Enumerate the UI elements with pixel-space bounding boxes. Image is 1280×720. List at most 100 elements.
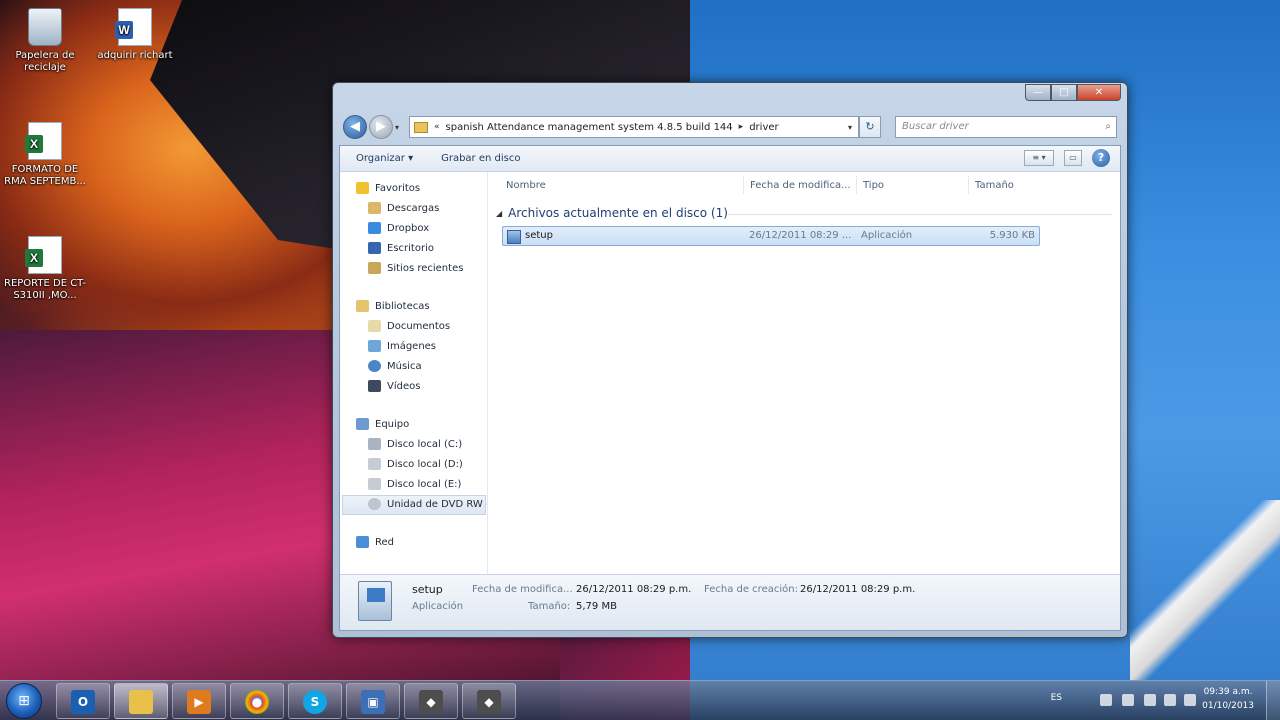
column-header-modified[interactable]: Fecha de modifica...: [750, 180, 851, 191]
navigation-bar: ◀ ▶ ▾ « spanish Attendance management sy…: [339, 113, 1121, 141]
taskbar-outlook-button[interactable]: O: [56, 683, 110, 719]
tray-icon[interactable]: [1100, 694, 1112, 706]
taskbar-media-player-button[interactable]: ▶: [172, 683, 226, 719]
desktop-icon-excel-report[interactable]: X REPORTE DE CT-S310II ,MO...: [0, 236, 90, 302]
column-header-type[interactable]: Tipo: [863, 180, 884, 191]
desktop-icon-word-doc[interactable]: W adquirir richart: [90, 8, 180, 62]
nav-group-favorites[interactable]: Favoritos: [356, 182, 420, 194]
breadcrumb-segment[interactable]: spanish Attendance management system 4.8…: [446, 122, 733, 133]
search-input[interactable]: Buscar driver ⌕: [895, 116, 1117, 138]
flag-icon[interactable]: [1144, 694, 1156, 706]
file-group-header[interactable]: ◢ Archivos actualmente en el disco (1): [496, 206, 728, 220]
help-icon[interactable]: ?: [1092, 149, 1110, 167]
collapse-arrow-icon[interactable]: ◢: [496, 209, 502, 218]
skype-icon: S: [303, 690, 327, 714]
details-pane: setup Aplicación Fecha de modifica... 26…: [340, 574, 1120, 630]
breadcrumb-overflow-icon[interactable]: «: [434, 122, 440, 132]
organize-button[interactable]: Organizar ▾: [356, 153, 413, 164]
file-row[interactable]: setup 26/12/2011 08:29 ... Aplicación 5.…: [502, 226, 1040, 246]
close-button[interactable]: ✕: [1077, 84, 1121, 101]
address-dropdown-icon[interactable]: ▾: [842, 123, 858, 132]
preview-pane-icon[interactable]: ▭: [1064, 150, 1082, 166]
column-header-name[interactable]: Nombre: [506, 180, 546, 191]
nav-item-label: Disco local (C:): [387, 438, 463, 450]
column-separator[interactable]: [743, 176, 744, 194]
nav-item-drive-d[interactable]: Disco local (D:): [368, 458, 463, 470]
column-header-size[interactable]: Tamaño: [975, 180, 1014, 191]
nav-item-videos[interactable]: Vídeos: [368, 380, 420, 392]
nav-item-pictures[interactable]: Imágenes: [368, 340, 436, 352]
nav-item-label: Música: [387, 360, 422, 372]
network-status-icon[interactable]: [1164, 694, 1176, 706]
nav-item-music[interactable]: Música: [368, 360, 422, 372]
taskbar-skype-button[interactable]: S: [288, 683, 342, 719]
taskbar-app-button[interactable]: ◆: [462, 683, 516, 719]
nav-group-label: Equipo: [375, 418, 410, 430]
usb-icon[interactable]: [1122, 694, 1134, 706]
breadcrumb-segment[interactable]: driver: [749, 122, 778, 133]
nav-item-desktop[interactable]: Escritorio: [368, 242, 434, 254]
wallpaper-steel-area: [1130, 500, 1280, 680]
nav-group-network[interactable]: Red: [356, 536, 394, 548]
column-separator[interactable]: [968, 176, 969, 194]
nav-item-dropbox[interactable]: Dropbox: [368, 222, 429, 234]
taskbar-remote-desktop-button[interactable]: ▣: [346, 683, 400, 719]
search-icon[interactable]: ⌕: [1105, 117, 1111, 137]
recent-pages-chevron-icon[interactable]: ▾: [395, 123, 399, 132]
nav-item-label: Dropbox: [387, 222, 430, 234]
volume-icon[interactable]: [1184, 694, 1196, 706]
app-icon: ◆: [419, 690, 443, 714]
burn-to-disc-button[interactable]: Grabar en disco: [441, 153, 520, 164]
nav-item-drive-c[interactable]: Disco local (C:): [368, 438, 462, 450]
clock-date: 01/10/2013: [1202, 701, 1254, 711]
nav-group-computer[interactable]: Equipo: [356, 418, 409, 430]
taskbar-chrome-button[interactable]: ●: [230, 683, 284, 719]
nav-group-libraries[interactable]: Bibliotecas: [356, 300, 430, 312]
libraries-icon: [356, 300, 369, 312]
desktop-icon-recycle-bin[interactable]: Papelera de reciclaje: [0, 8, 90, 74]
refresh-button[interactable]: ↻: [859, 116, 881, 138]
file-name: setup: [525, 230, 553, 241]
clock[interactable]: 09:39 a.m. 01/10/2013: [1202, 685, 1254, 713]
media-player-icon: ▶: [187, 690, 211, 714]
back-button[interactable]: ◀: [343, 115, 367, 139]
show-desktop-button[interactable]: [1266, 681, 1280, 720]
nav-item-documents[interactable]: Documentos: [368, 320, 450, 332]
breadcrumb-separator-icon[interactable]: ▸: [739, 122, 744, 132]
recycle-bin-icon: [28, 8, 62, 46]
change-view-icon[interactable]: ≡ ▾: [1024, 150, 1054, 166]
folder-icon: [129, 690, 153, 714]
word-document-icon: W: [115, 8, 152, 46]
desktop-icon-label: Papelera de reciclaje: [15, 50, 75, 73]
taskbar-app-button[interactable]: ◆: [404, 683, 458, 719]
address-bar[interactable]: « spanish Attendance management system 4…: [409, 116, 859, 138]
start-button[interactable]: ⊞: [6, 683, 42, 719]
explorer-window: — □ ✕ ◀ ▶ ▾ « spanish Attendance managem…: [332, 82, 1128, 638]
file-modified: 26/12/2011 08:29 ...: [749, 230, 852, 241]
desktop-icon: [368, 242, 381, 254]
application-icon: [507, 230, 521, 244]
details-created-value: 26/12/2011 08:29 p.m.: [800, 584, 916, 595]
network-icon: [356, 536, 369, 548]
nav-item-drive-e[interactable]: Disco local (E:): [368, 478, 461, 490]
outlook-icon: O: [71, 690, 95, 714]
nav-item-label: Disco local (E:): [387, 478, 462, 490]
forward-button[interactable]: ▶: [369, 115, 393, 139]
details-modified-label: Fecha de modifica...: [472, 584, 573, 595]
documents-icon: [368, 320, 381, 332]
music-icon: [368, 360, 381, 372]
language-indicator[interactable]: ES: [1051, 693, 1062, 703]
taskbar-explorer-button[interactable]: [114, 683, 168, 719]
nav-item-recent-places[interactable]: Sitios recientes: [368, 262, 463, 274]
column-separator[interactable]: [856, 176, 857, 194]
maximize-button[interactable]: □: [1051, 84, 1077, 101]
nav-item-dvd-drive[interactable]: Unidad de DVD RW (: [368, 498, 487, 510]
nav-item-downloads[interactable]: Descargas: [368, 202, 439, 214]
setup-application-icon: [358, 581, 392, 621]
minimize-button[interactable]: —: [1025, 84, 1051, 101]
chrome-icon: ●: [245, 690, 269, 714]
downloads-folder-icon: [368, 202, 381, 214]
navigation-pane: Favoritos Descargas Dropbox Escritorio S…: [340, 172, 488, 574]
folder-icon: [414, 121, 428, 133]
desktop-icon-excel-rma[interactable]: X FORMATO DE RMA SEPTEMB...: [0, 122, 90, 188]
